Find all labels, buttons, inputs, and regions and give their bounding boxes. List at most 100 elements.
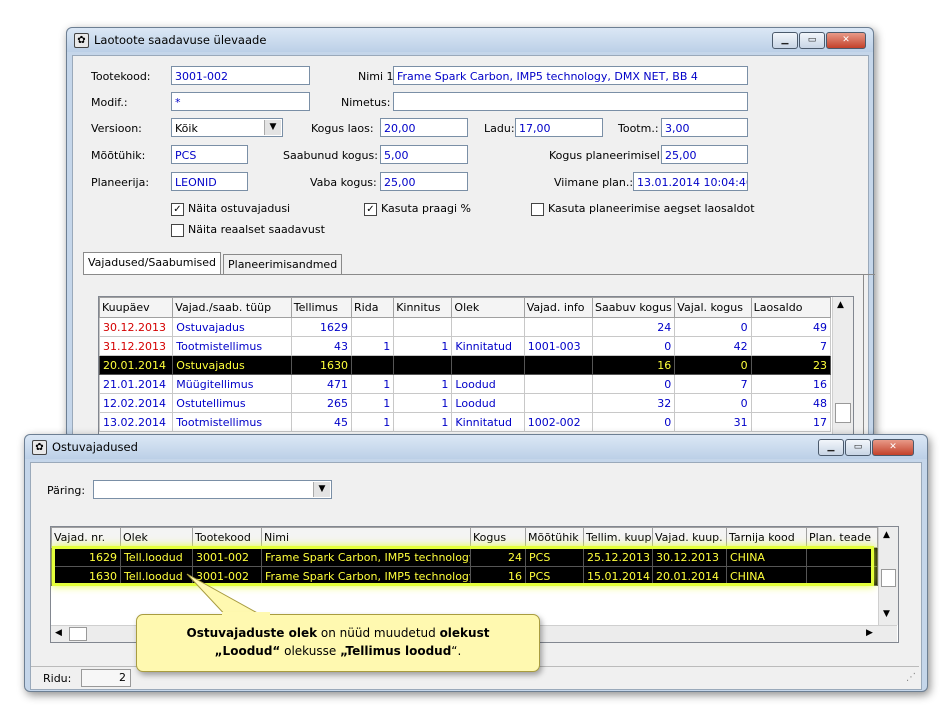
table-cell: 1629 [51,547,121,567]
naita-ostuvajadusi-checkbox[interactable]: ✓ [171,203,184,216]
tootekood-label: Tootekood: [91,70,151,83]
nimi1-field[interactable]: Frame Spark Carbon, IMP5 technology, DMX… [393,66,748,85]
planeerija-field[interactable]: LEONID [171,172,248,191]
versioon-select[interactable]: Kõik ▼ [171,118,283,137]
maximize-button[interactable]: ▭ [799,32,825,49]
table-row[interactable]: 21.01.2014 Müügitellimus 471 1 1 Loodud 0 7 16 [99,374,832,394]
scroll-up-icon[interactable]: ▲ [837,300,844,310]
table-row[interactable]: 12.02.2014 Ostutellimus 265 1 1 Loodud 32 0 48 [99,393,832,413]
table-cell [523,393,593,413]
modif-field[interactable]: * [171,92,310,111]
minimize-button[interactable]: ▁ [818,439,844,456]
col-kogus[interactable]: Kogus [470,527,526,548]
vajadused-scrollbar[interactable]: ▲ [832,297,853,447]
col-plan-teade[interactable]: Plan. teade [806,527,878,548]
table-cell: Kinnitatud [451,412,525,432]
saabunud-label: Saabunud kogus: [283,149,378,162]
hscroll-thumb[interactable] [69,627,87,641]
close-button[interactable]: ✕ [872,439,914,456]
tootm-field[interactable]: 3,00 [661,118,748,137]
mootuhik-label: Mõõtühik: [91,149,146,162]
ostuvajadused-titlebar[interactable]: ✿ Ostuvajadused ▁ ▭ ✕ [25,435,927,459]
table-cell: CHINA [726,547,807,567]
table-cell: 0 [591,412,676,432]
tab-planeerimisandmed[interactable]: Planeerimisandmed [223,254,343,275]
ladu-field[interactable]: 17,00 [515,118,603,137]
table-cell [523,355,593,375]
col-vajad-info[interactable]: Vajad. info [523,297,593,318]
table-cell [351,317,395,337]
table-cell: Loodud [451,393,525,413]
main-window-titlebar[interactable]: ✿ Laotoote saadavuse ülevaade ▁ ▭ ✕ [67,28,873,52]
table-cell: 16 [750,374,832,394]
table-cell: 7 [674,374,752,394]
col-kinnitus[interactable]: Kinnitus [393,297,453,318]
table-cell: 30.12.2013 [652,547,727,567]
vajadused-body: 30.12.2013 Ostuvajadus 1629 24 0 49 31.12.2013… [99,317,832,432]
col-kuupaev[interactable]: Kuupäev [99,297,174,318]
col-rida[interactable]: Rida [351,297,395,318]
col-vajad-kuup[interactable]: Vajad. kuup. [652,527,727,548]
col-tyyp[interactable]: Vajad./saab. tüüp [172,297,292,318]
kogus-laos-field[interactable]: 20,00 [380,118,468,137]
scroll-thumb[interactable] [881,569,896,587]
scroll-left-icon[interactable]: ◀ [55,628,62,638]
col-laosaldo[interactable]: Laosaldo [750,297,832,318]
col-olek[interactable]: Olek [451,297,525,318]
col-tellim-kuup[interactable]: Tellim. kuup. [583,527,653,548]
scroll-thumb[interactable] [835,403,851,423]
col-olek[interactable]: Olek [120,527,193,548]
modif-label: Modif.: [91,96,128,109]
minimize-button[interactable]: ▁ [772,32,798,49]
tab-vajadused[interactable]: Vajadused/Saabumised [83,252,222,275]
col-vajal-kogus[interactable]: Vajal. kogus [674,297,752,318]
kasuta-aegset-checkbox[interactable] [531,203,544,216]
naita-reaalset-checkbox[interactable] [171,224,184,237]
col-mootuhik[interactable]: Mõõtühik [525,527,584,548]
kogus-plan-field[interactable]: 25,00 [661,145,748,164]
tab-panel-border [83,274,875,275]
table-row[interactable]: 13.02.2014 Tootmistellimus 45 1 1 Kinnitatud 1… [99,412,832,432]
table-cell: 30.12.2013 [99,317,174,337]
table-row[interactable]: 20.01.2014 Ostuvajadus 1630 16 0 23 [99,355,832,375]
chevron-down-icon[interactable]: ▼ [313,482,330,497]
scroll-right-icon[interactable]: ▶ [866,628,873,638]
planeerija-label: Planeerija: [91,176,150,189]
chevron-down-icon[interactable]: ▼ [264,120,281,135]
ladu-label: Ladu: [484,122,515,135]
table-cell [451,355,525,375]
table-cell: 20.01.2014 [652,566,727,586]
table-row[interactable]: 30.12.2013 Ostuvajadus 1629 24 0 49 [99,317,832,337]
table-cell: 43 [290,336,353,356]
nimetus-field[interactable] [393,92,748,111]
col-tarnija-kood[interactable]: Tarnija kood [726,527,807,548]
tootekood-field[interactable]: 3001-002 [171,66,310,85]
scroll-down-icon[interactable]: ▼ [883,609,890,619]
kasuta-praagi-checkbox[interactable]: ✓ [364,203,377,216]
callout-text-6: „Tellimus loodud [340,644,452,658]
col-tellimus[interactable]: Tellimus [290,297,353,318]
scroll-up-icon[interactable]: ▲ [883,530,890,540]
table-cell: 1630 [290,355,353,375]
saabunud-field[interactable]: 5,00 [380,145,468,164]
table-cell: Tootmistellimus [172,412,292,432]
close-button[interactable]: ✕ [826,32,866,49]
table-row[interactable]: 31.12.2013 Tootmistellimus 43 1 1 Kinnitatud 1… [99,336,832,356]
table-cell: 24 [470,547,526,567]
maximize-button[interactable]: ▭ [845,439,871,456]
kogus-laos-label: Kogus laos: [311,122,374,135]
vaba-field[interactable]: 25,00 [380,172,468,191]
col-vajad-nr[interactable]: Vajad. nr. [51,527,121,548]
ostuvajadused-vscroll[interactable]: ▲ ▼ [878,527,898,625]
table-cell: 1630 [51,566,121,586]
col-saabuv-kogus[interactable]: Saabuv kogus [591,297,676,318]
table-cell [451,317,525,337]
viimane-field[interactable]: 13.01.2014 10:04:46 [633,172,748,191]
kasuta-praagi-label: Kasuta praagi % [381,202,471,215]
col-nimi[interactable]: Nimi [261,527,471,548]
table-cell: 49 [750,317,832,337]
resize-grip-icon[interactable]: ⋰ [906,672,916,683]
col-tootekood[interactable]: Tootekood [192,527,262,548]
paring-select[interactable]: ▼ [93,480,332,499]
mootuhik-field[interactable]: PCS [171,145,248,164]
